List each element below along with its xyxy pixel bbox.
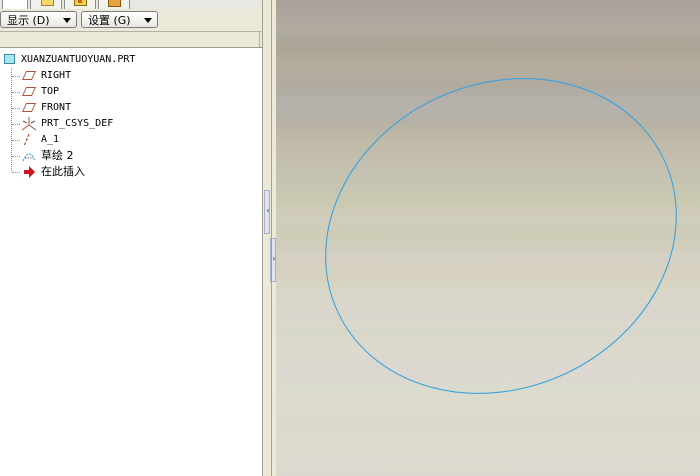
tree-item-insert-here[interactable]: 在此插入 bbox=[0, 164, 200, 180]
tree-root-label: XUANZUANTUOYUAN.PRT bbox=[21, 54, 136, 65]
graphics-window[interactable] bbox=[276, 0, 700, 476]
chevron-left-icon: ‹ bbox=[266, 206, 270, 215]
tree-item-axis[interactable]: A_1 bbox=[0, 132, 200, 148]
tree-item-top[interactable]: TOP bbox=[0, 84, 200, 100]
layer-icon bbox=[74, 0, 87, 6]
tree-item-right[interactable]: RIGHT bbox=[0, 68, 200, 84]
datum-plane-icon bbox=[21, 103, 37, 112]
settings-menu-label: 设置 (G) bbox=[88, 14, 131, 27]
sketch-canvas bbox=[276, 22, 700, 450]
datum-plane-icon bbox=[21, 87, 37, 96]
tab-folder-browser[interactable] bbox=[30, 0, 62, 9]
model-tree: XUANZUANTUOYUAN.PRT RIGHT TOP FRONT PRT_… bbox=[0, 49, 262, 476]
tree-item-label: PRT_CSYS_DEF bbox=[41, 118, 114, 129]
tree-item-csys[interactable]: PRT_CSYS_DEF bbox=[0, 116, 200, 132]
tab-model-tree[interactable] bbox=[2, 0, 28, 9]
show-menu-label: 显示 (D) bbox=[7, 14, 50, 27]
show-menu-button[interactable]: 显示 (D) bbox=[0, 11, 77, 28]
favorites-icon bbox=[108, 0, 121, 7]
tree-column-header bbox=[0, 31, 262, 48]
model-tree-panel: 显示 (D) 设置 (G) XUANZUANTUOYUAN.PRT RIGHT bbox=[0, 0, 262, 476]
insert-here-arrow-icon bbox=[23, 166, 37, 178]
chevron-down-icon bbox=[63, 18, 71, 23]
sketch-icon bbox=[21, 149, 37, 163]
navigator-tab-strip bbox=[0, 0, 262, 9]
datum-axis-icon bbox=[22, 133, 32, 147]
datum-plane-icon bbox=[21, 71, 37, 80]
panel-splitter[interactable]: ‹ › bbox=[262, 0, 276, 476]
folder-icon bbox=[41, 0, 54, 6]
tree-item-sketch[interactable]: 草绘 2 bbox=[0, 148, 200, 164]
chevron-down-icon bbox=[144, 18, 152, 23]
tree-item-label: 草绘 2 bbox=[41, 149, 74, 162]
tab-favorites[interactable] bbox=[98, 0, 130, 9]
settings-menu-button[interactable]: 设置 (G) bbox=[81, 11, 158, 28]
tree-item-label: FRONT bbox=[41, 102, 72, 113]
tree-item-label: RIGHT bbox=[41, 70, 72, 81]
sketch-ellipse-curve[interactable] bbox=[276, 22, 700, 450]
tree-item-label: 在此插入 bbox=[41, 165, 85, 178]
collapse-panel-button[interactable]: ‹ bbox=[264, 190, 270, 234]
tree-item-label: A_1 bbox=[41, 134, 60, 145]
tab-layers[interactable] bbox=[64, 0, 96, 9]
model-tree-toolbar: 显示 (D) 设置 (G) bbox=[0, 9, 262, 31]
tree-root-part[interactable]: XUANZUANTUOYUAN.PRT bbox=[0, 52, 200, 68]
part-icon bbox=[4, 54, 15, 64]
coordinate-system-icon bbox=[21, 117, 37, 131]
tree-item-front[interactable]: FRONT bbox=[0, 100, 200, 116]
tree-item-label: TOP bbox=[41, 86, 60, 97]
